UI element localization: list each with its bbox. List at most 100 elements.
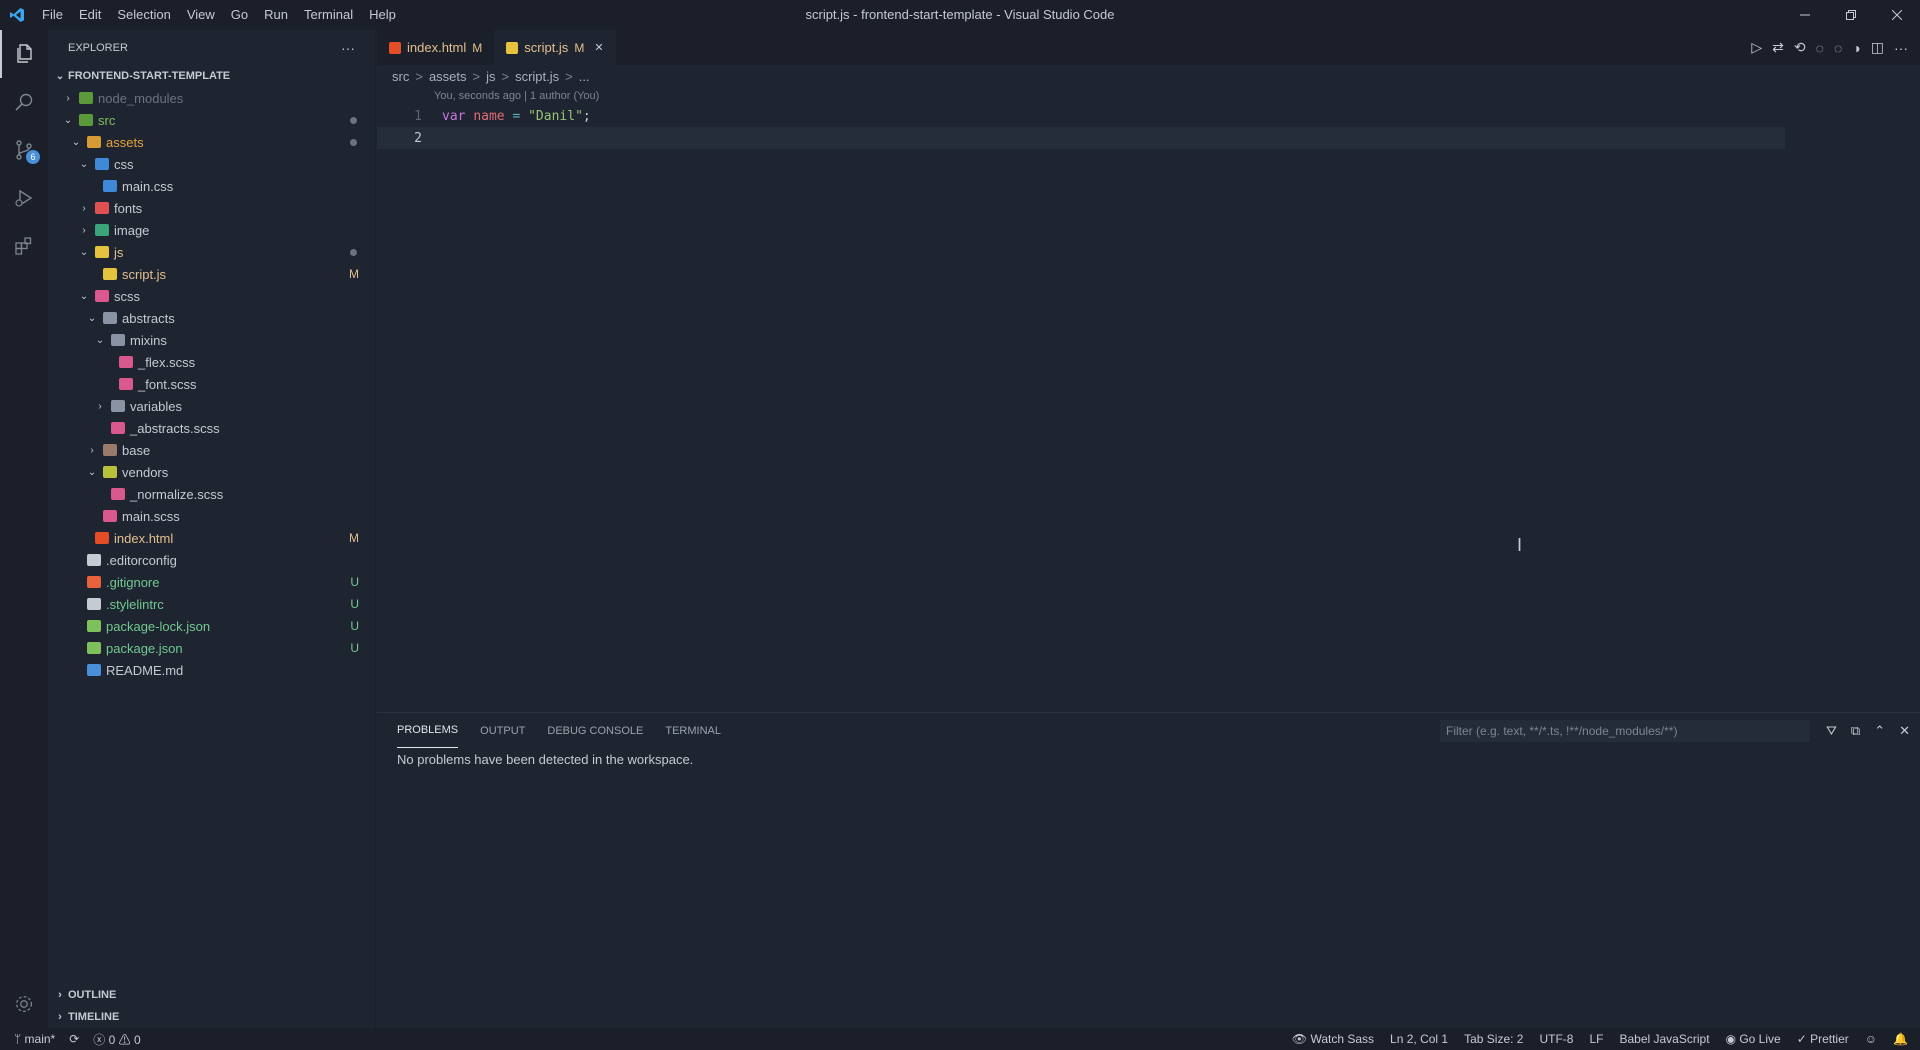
filter-icon[interactable]: ⛛ — [1826, 723, 1837, 739]
breadcrumb-item[interactable]: js — [486, 69, 495, 84]
tree-item[interactable]: ⌄ scss — [48, 285, 375, 307]
editor-tab[interactable]: index.html M — [377, 30, 494, 65]
next-change-icon[interactable]: ◌ — [1834, 40, 1842, 56]
prettier-status[interactable]: ✓ Prettier — [1797, 1032, 1849, 1046]
menu-help[interactable]: Help — [361, 0, 404, 30]
tree-item-label: abstracts — [122, 310, 175, 326]
folder-icon — [79, 114, 93, 126]
encoding[interactable]: UTF-8 — [1539, 1032, 1573, 1046]
editor-tab[interactable]: script.js M ✕ — [494, 30, 616, 65]
tree-item[interactable]: › variables — [48, 395, 375, 417]
tree-item[interactable]: main.scss — [48, 505, 375, 527]
breadcrumb-item[interactable]: assets — [429, 69, 467, 84]
run-debug-icon[interactable] — [0, 174, 48, 222]
tree-item-label: .stylelintrc — [106, 596, 164, 612]
close-tab-icon[interactable]: ✕ — [594, 41, 603, 54]
collapse-all-icon[interactable]: ⧉ — [1851, 723, 1860, 739]
notifications-bell-icon[interactable]: 🔔 — [1893, 1032, 1908, 1046]
branch-status[interactable]: ᛘ main* — [14, 1032, 55, 1046]
tree-item[interactable]: _flex.scss — [48, 351, 375, 373]
more-actions-icon[interactable]: ··· — [341, 40, 355, 56]
extensions-icon[interactable] — [0, 222, 48, 270]
tree-item[interactable]: ⌄ abstracts — [48, 307, 375, 329]
tree-item[interactable]: _normalize.scss — [48, 483, 375, 505]
end-of-line[interactable]: LF — [1589, 1032, 1603, 1046]
tree-item[interactable]: index.html M — [48, 527, 375, 549]
code-line-2[interactable]: 2 — [377, 127, 1785, 149]
tree-item[interactable]: › image — [48, 219, 375, 241]
panel-tab-problems[interactable]: PROBLEMS — [397, 713, 459, 748]
cursor-position[interactable]: Ln 2, Col 1 — [1390, 1032, 1448, 1046]
run-icon[interactable]: ▷ — [1751, 39, 1762, 56]
sync-icon[interactable]: ⟳ — [69, 1032, 79, 1046]
tab-label: script.js — [524, 40, 569, 55]
tree-item[interactable]: ⌄ assets — [48, 131, 375, 153]
menu-terminal[interactable]: Terminal — [296, 0, 361, 30]
source-control-icon[interactable]: 6 — [0, 126, 48, 174]
tree-item[interactable]: package-lock.json U — [48, 615, 375, 637]
outline-section[interactable]: › OUTLINE — [48, 984, 375, 1006]
tree-item[interactable]: .stylelintrc U — [48, 593, 375, 615]
timeline-section[interactable]: › TIMELINE — [48, 1006, 375, 1028]
tree-item[interactable]: ⌄ src — [48, 109, 375, 131]
search-icon[interactable] — [0, 78, 48, 126]
split-editor-icon[interactable]: ◫ — [1871, 39, 1884, 56]
tree-item[interactable]: .gitignore U — [48, 571, 375, 593]
menu-file[interactable]: File — [34, 0, 71, 30]
maximize-panel-icon[interactable]: ⌃ — [1874, 723, 1885, 739]
tree-item[interactable]: ⌄ js — [48, 241, 375, 263]
open-changes-icon[interactable]: ◑ — [1852, 40, 1860, 56]
compare-changes-icon[interactable]: ⇄ — [1772, 39, 1784, 56]
explorer-icon[interactable] — [0, 30, 48, 78]
tree-item[interactable]: › node_modules — [48, 87, 375, 109]
breadcrumb-item[interactable]: src — [392, 69, 409, 84]
breadcrumb-item[interactable]: ... — [579, 69, 590, 84]
tree-item[interactable]: package.json U — [48, 637, 375, 659]
panel-tab-terminal[interactable]: TERMINAL — [665, 713, 721, 748]
tab-size[interactable]: Tab Size: 2 — [1464, 1032, 1523, 1046]
tree-item[interactable]: ⌄ css — [48, 153, 375, 175]
tree-item[interactable]: ⌄ mixins — [48, 329, 375, 351]
menu-run[interactable]: Run — [256, 0, 296, 30]
go-back-change-icon[interactable]: ⟲ — [1794, 39, 1806, 56]
go-live-status[interactable]: ◉ Go Live — [1726, 1032, 1781, 1046]
minimize-icon[interactable] — [1782, 0, 1828, 30]
manage-gear-icon[interactable] — [0, 980, 48, 1028]
workspace-root[interactable]: ⌄ FRONTEND-START-TEMPLATE — [48, 65, 375, 87]
identifier-token: name — [473, 108, 505, 124]
problems-filter-input[interactable]: Filter (e.g. text, **/*.ts, !**/node_mod… — [1440, 720, 1810, 742]
chevron-down-icon: ⌄ — [55, 70, 65, 82]
feedback-icon[interactable]: ☺ — [1865, 1032, 1877, 1046]
watch-sass-status[interactable]: 👁 Watch Sass — [1292, 1032, 1374, 1046]
menu-view[interactable]: View — [179, 0, 223, 30]
close-panel-icon[interactable]: ✕ — [1899, 723, 1910, 739]
previous-change-icon[interactable]: ◌ — [1816, 40, 1824, 56]
close-window-icon[interactable] — [1874, 0, 1920, 30]
tree-item[interactable]: › fonts — [48, 197, 375, 219]
tree-item[interactable]: ⌄ vendors — [48, 461, 375, 483]
code-line-1[interactable]: 1 var name = "Danil"; — [377, 105, 1920, 127]
git-status-badge: U — [350, 597, 359, 611]
bottom-panel: PROBLEMS OUTPUT DEBUG CONSOLE TERMINAL Filt… — [377, 712, 1920, 1028]
tree-item[interactable]: script.js M — [48, 263, 375, 285]
breadcrumb-item[interactable]: script.js — [515, 69, 559, 84]
tree-item[interactable]: README.md — [48, 659, 375, 681]
modified-dot-icon — [350, 138, 357, 146]
scm-badge: 6 — [26, 150, 40, 164]
tree-item[interactable]: main.css — [48, 175, 375, 197]
panel-tab-output[interactable]: OUTPUT — [480, 713, 525, 748]
problems-status[interactable]: ⓧ 0 ⚠ 0 — [93, 1031, 140, 1048]
tree-item[interactable]: _font.scss — [48, 373, 375, 395]
tree-item[interactable]: .editorconfig — [48, 549, 375, 571]
menu-edit[interactable]: Edit — [71, 0, 109, 30]
chevron-right-icon: › — [58, 1011, 62, 1023]
tree-item[interactable]: › base — [48, 439, 375, 461]
more-editor-actions-icon[interactable]: ··· — [1894, 40, 1908, 56]
menu-go[interactable]: Go — [223, 0, 256, 30]
language-mode[interactable]: Babel JavaScript — [1619, 1032, 1709, 1046]
panel-tab-debug-console[interactable]: DEBUG CONSOLE — [547, 713, 643, 748]
git-codelens[interactable]: You, seconds ago | 1 author (You) — [377, 87, 1920, 105]
tree-item[interactable]: _abstracts.scss — [48, 417, 375, 439]
restore-icon[interactable] — [1828, 0, 1874, 30]
menu-selection[interactable]: Selection — [109, 0, 178, 30]
